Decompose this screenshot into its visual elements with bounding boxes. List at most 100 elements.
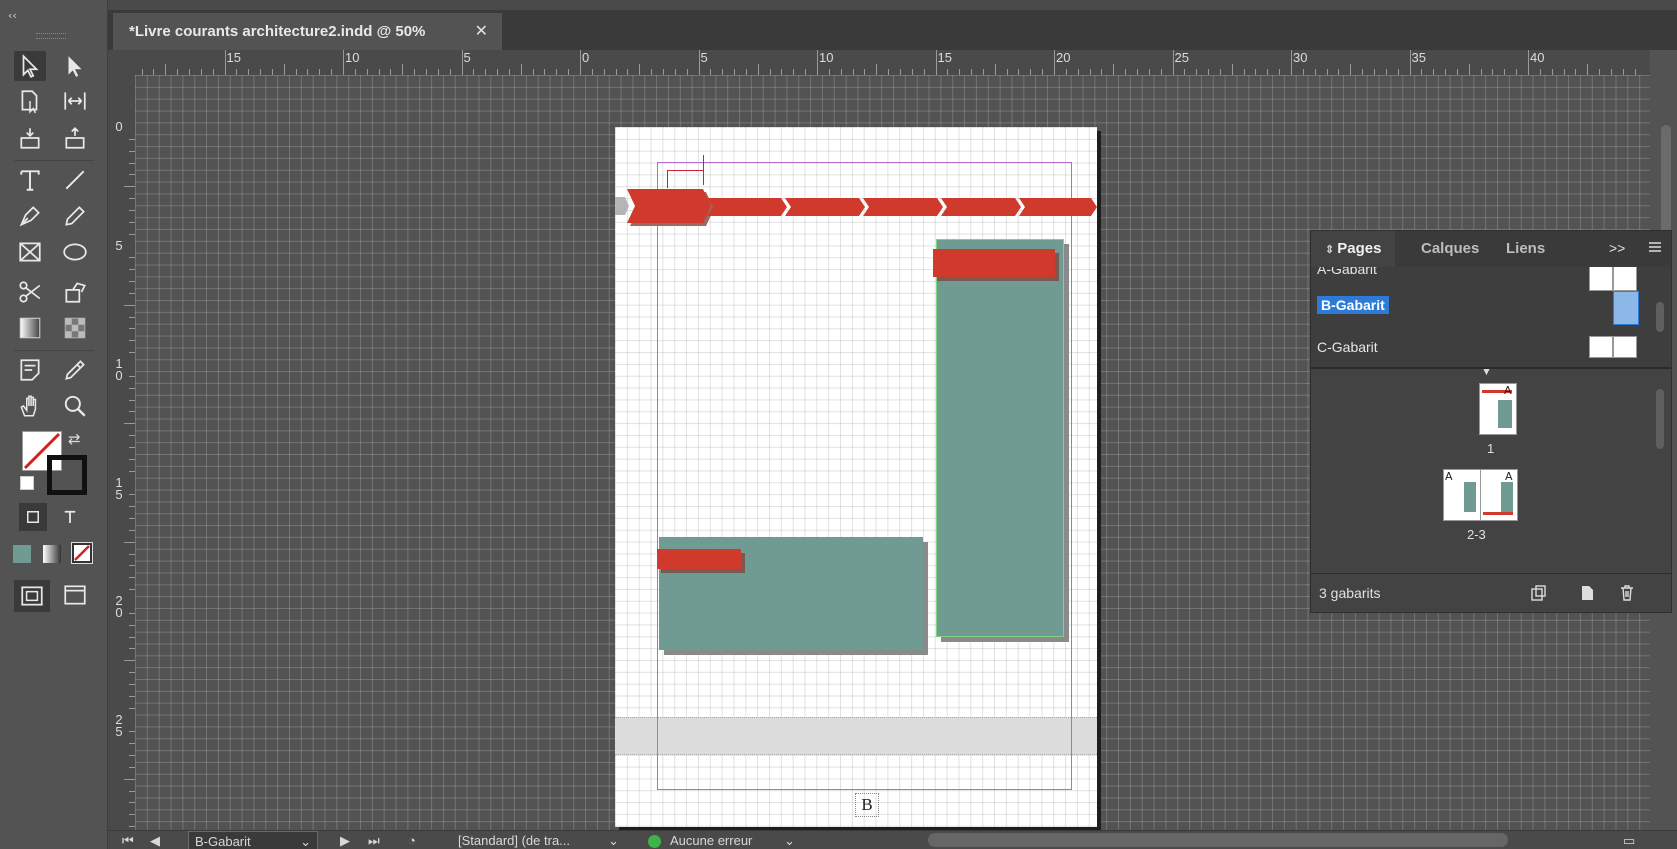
horizontal-ruler[interactable]: 20151050510152025303540 <box>135 50 1650 76</box>
hand-icon <box>20 395 37 417</box>
default-fill-stroke-icon[interactable] <box>20 476 34 490</box>
content-placer-icon <box>65 127 85 149</box>
page-3-thumbnail[interactable]: A <box>1480 469 1518 521</box>
gap-tool[interactable] <box>59 86 91 116</box>
ruler-tick <box>1054 50 1055 75</box>
ruler-minor-tick <box>1587 64 1589 75</box>
ellipse-tool[interactable] <box>59 237 91 267</box>
preflight-profile[interactable]: [Standard] (de tra... <box>458 833 570 848</box>
master-a-thumbnail-left[interactable] <box>1589 267 1613 291</box>
horizontal-scroll-thumb[interactable] <box>928 833 1508 847</box>
ruler-tick <box>224 50 226 75</box>
ruler-minor-tick <box>124 660 135 662</box>
master-c-thumbnail-right[interactable] <box>1613 336 1637 358</box>
master-prefix-marker[interactable]: B <box>855 793 879 817</box>
note-icon <box>20 359 40 381</box>
hand-tool[interactable] <box>14 391 46 421</box>
scissors-tool[interactable] <box>14 277 46 307</box>
scissors-icon <box>19 281 41 303</box>
ruler-label: 40 <box>1530 50 1545 65</box>
ruler-minor-tick <box>1350 64 1352 75</box>
page-tool[interactable] <box>14 86 46 116</box>
page-selector[interactable]: B-Gabarit ⌄ <box>188 831 318 849</box>
vertical-scroll-thumb[interactable] <box>1661 125 1671 235</box>
master-c-thumbnail-left[interactable] <box>1589 336 1613 358</box>
preflight-status-text[interactable]: Aucune erreur <box>670 833 752 848</box>
gradient-swatch-tool[interactable] <box>14 313 46 343</box>
formatting-affects-container[interactable] <box>19 503 47 531</box>
apply-gradient-button[interactable] <box>43 545 61 563</box>
toolbar-grip[interactable] <box>36 33 66 39</box>
vertical-ruler[interactable]: 0 5 10 15 20 25 <box>108 75 136 830</box>
chevron-down-icon[interactable]: ⌄ <box>784 833 795 849</box>
chevron-down-icon[interactable]: ⌄ <box>608 833 619 849</box>
tab-calques[interactable]: Calques <box>1407 231 1493 267</box>
master-item-a[interactable]: A-Gabarit <box>1317 267 1377 283</box>
page-size-icon[interactable] <box>1529 583 1549 603</box>
free-transform-tool[interactable] <box>59 277 91 307</box>
close-tab-icon[interactable]: ✕ <box>475 21 488 40</box>
magnifier-icon <box>64 395 86 417</box>
ruler-tick <box>461 50 463 75</box>
tab-liens[interactable]: Liens <box>1492 231 1559 267</box>
selection-tool[interactable] <box>14 51 46 81</box>
ruler-tick <box>1291 50 1292 75</box>
new-page-icon[interactable] <box>1577 583 1597 603</box>
stroke-swatch[interactable] <box>47 455 87 495</box>
master-item-c[interactable]: C-Gabarit <box>1317 339 1378 361</box>
master-a-thumbnail-right[interactable] <box>1613 267 1637 291</box>
eyedropper-tool[interactable] <box>59 355 91 385</box>
view-mode-normal[interactable] <box>14 580 50 612</box>
tab-pages[interactable]: ⇕ Pages <box>1311 231 1396 267</box>
formatting-affects-text[interactable] <box>56 503 84 531</box>
type-tool[interactable] <box>14 165 46 195</box>
next-page-icon[interactable]: ▶ <box>340 833 350 849</box>
gradient-feather-tool[interactable] <box>59 313 91 343</box>
master-item-b[interactable]: B-Gabarit <box>1317 296 1389 319</box>
master-item-label: C-Gabarit <box>1317 339 1378 355</box>
trash-icon[interactable] <box>1617 583 1637 603</box>
first-page-icon[interactable]: ⏮ <box>122 833 134 849</box>
page-toggle-icon[interactable]: ◔ <box>408 833 416 848</box>
previous-page-icon[interactable]: ◀ <box>150 833 160 849</box>
content-collector-icon <box>20 128 40 149</box>
tall-image-frame[interactable] <box>936 239 1064 637</box>
document-tab[interactable]: *Livre courants architecture2.indd @ 50%… <box>113 13 502 50</box>
collapse-toolbar-button[interactable]: ‹‹ <box>8 9 17 22</box>
wide-frame-title-bar[interactable] <box>657 549 741 569</box>
page-2-thumbnail[interactable]: A <box>1443 469 1481 521</box>
ruler-label: 5 <box>700 50 708 65</box>
panel-toggle-icon[interactable]: ▭ <box>1623 833 1635 849</box>
line-tool[interactable] <box>59 165 91 195</box>
content-placer-tool[interactable] <box>59 123 91 153</box>
masters-scroll-thumb[interactable] <box>1656 302 1664 332</box>
collapse-panel-icon[interactable]: >> <box>1609 240 1625 256</box>
pen-tool[interactable] <box>14 201 46 231</box>
ruler-origin-corner[interactable] <box>108 50 136 76</box>
direct-selection-tool[interactable] <box>59 51 91 81</box>
zoom-tool[interactable] <box>59 391 91 421</box>
ruler-minor-tick <box>124 541 135 543</box>
ruler-minor-tick <box>639 64 641 75</box>
line-tool-icon <box>65 170 85 190</box>
document-tab-title: *Livre courants architecture2.indd @ 50% <box>129 23 426 40</box>
master-page-b[interactable]: B <box>615 127 1097 827</box>
swap-fill-stroke-icon[interactable]: ⇄ <box>68 430 81 448</box>
tools-panel: ‹‹ ⇄ <box>0 0 108 849</box>
ruler-tick <box>1528 50 1529 75</box>
apply-color-button[interactable] <box>13 545 31 563</box>
page-1-thumbnail[interactable]: A <box>1479 383 1517 435</box>
tall-frame-title-bar[interactable] <box>933 249 1055 277</box>
screen-mode-tool[interactable] <box>59 580 91 610</box>
master-b-thumbnail[interactable] <box>1613 291 1639 325</box>
pencil-tool[interactable] <box>59 201 91 231</box>
apply-none-button[interactable] <box>71 542 93 564</box>
note-tool[interactable] <box>14 355 46 385</box>
last-page-icon[interactable]: ⏭ <box>368 833 380 849</box>
rectangle-frame-tool[interactable] <box>14 237 46 267</box>
panel-menu-icon[interactable] <box>1647 239 1663 255</box>
arrow-banner[interactable] <box>615 185 1097 227</box>
page-selector-value: B-Gabarit <box>195 834 251 849</box>
content-collector-tool[interactable] <box>14 123 46 153</box>
pages-scroll-thumb[interactable] <box>1656 389 1664 449</box>
